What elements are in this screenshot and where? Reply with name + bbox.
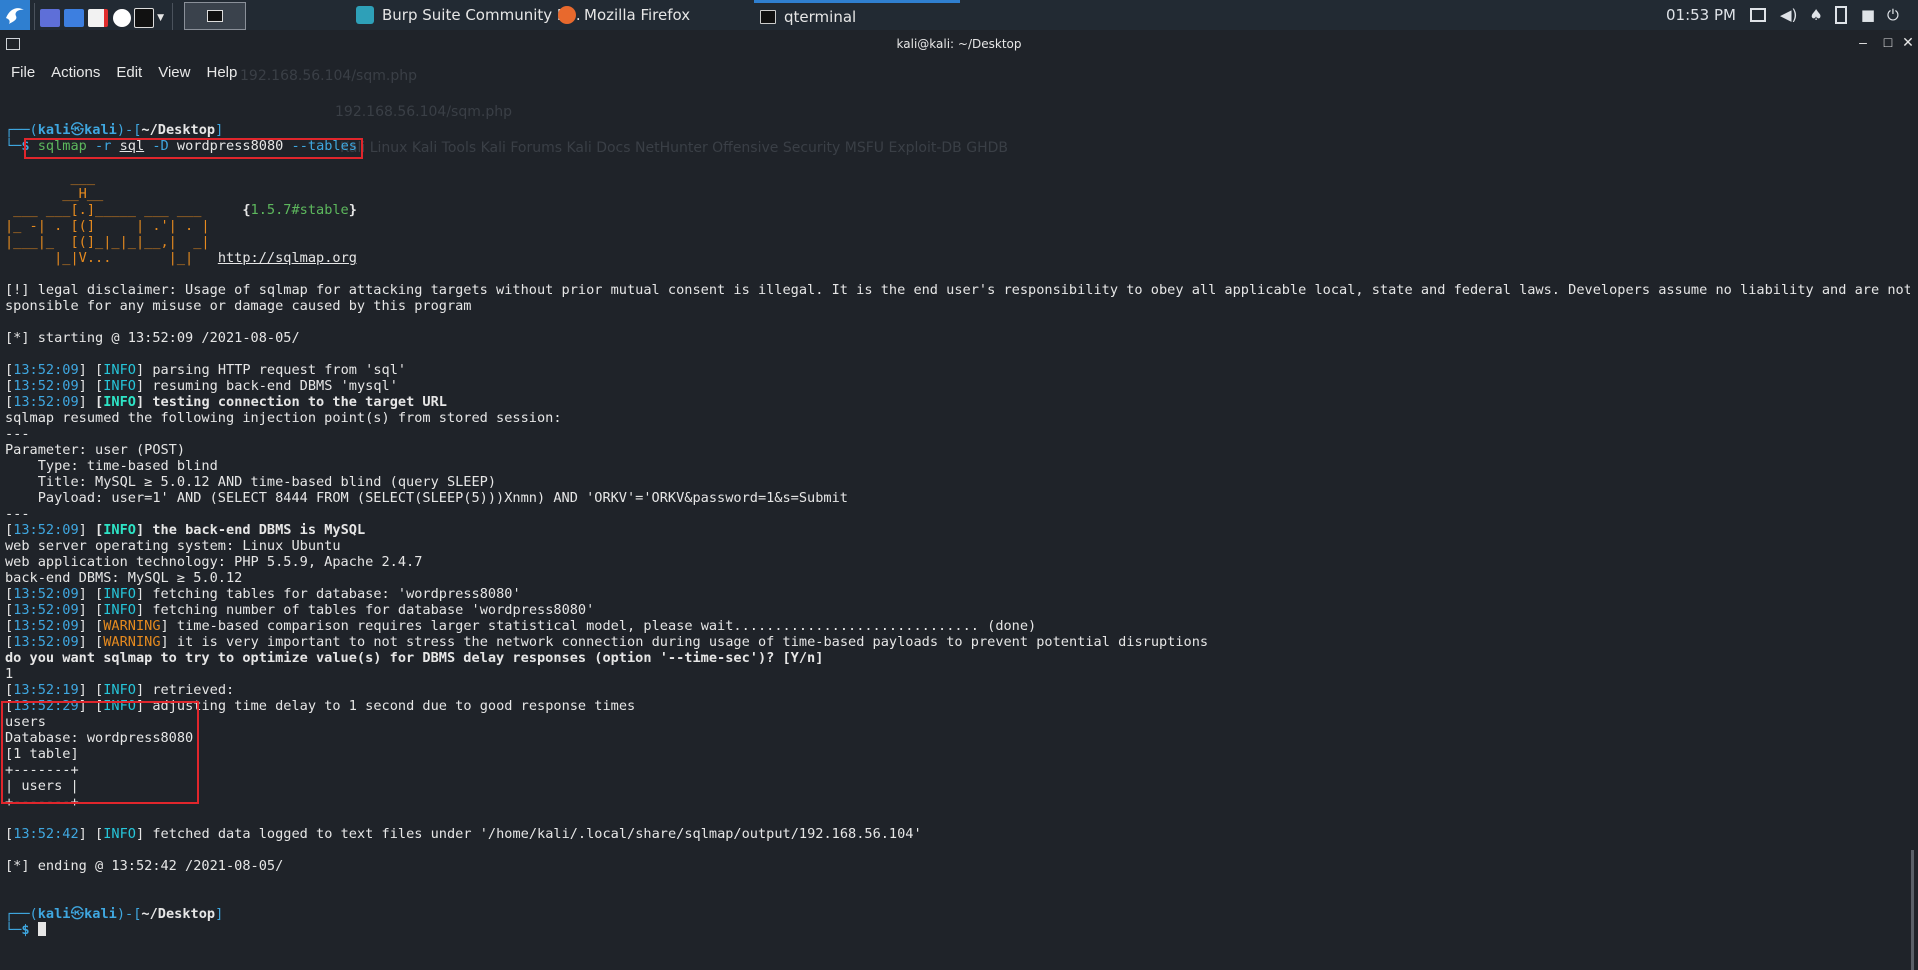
tech-line: web application technology: PHP 5.5.9, A… (5, 554, 423, 570)
task-label: Burp Suite Community E... (382, 6, 581, 24)
menu-help[interactable]: Help (195, 64, 242, 81)
payload-line: Payload: user=1' AND (SELECT 8444 FROM (… (5, 490, 848, 506)
prompt-line: ┌──(kali㉿kali)-[~/Desktop] (5, 906, 224, 922)
clock[interactable]: 01:53 PM (1666, 6, 1736, 24)
bell-icon[interactable]: ♠ (1809, 6, 1822, 24)
sqlmap-link[interactable]: http://sqlmap.org (218, 250, 357, 266)
kali-menu-button[interactable] (0, 0, 30, 30)
logo-line: |_ -| . [(] | .'| . | (5, 218, 210, 234)
power-icon[interactable]: ⏻ (1887, 6, 1899, 24)
ending-line: [*] ending @ 13:52:42 /2021-08-05/ (5, 858, 284, 874)
result-line: | users | (5, 778, 79, 794)
text-editor-launcher[interactable] (86, 3, 110, 33)
text-cursor (37, 922, 46, 936)
question-line: do you want sqlmap to try to optimize va… (5, 650, 824, 666)
log-line: [13:52:42] [INFO] fetched data logged to… (5, 826, 922, 842)
disclaimer-line: [!] legal disclaimer: Usage of sqlmap fo… (5, 282, 1910, 298)
lock-icon[interactable]: ■ (1861, 6, 1875, 24)
terminal-launcher[interactable]: ▼ (134, 3, 164, 33)
terminal-window: kali@kali: ~/Desktop – □ ✕ File Actions … (0, 30, 1918, 970)
prompt-line: ┌──(kali㉿kali)-[~/Desktop] (5, 122, 224, 138)
command-highlight-box (24, 138, 363, 159)
resumed-line: sqlmap resumed the following injection p… (5, 410, 562, 426)
volume-icon[interactable]: ◀) (1780, 6, 1797, 24)
display-icon[interactable] (1749, 8, 1766, 22)
taskbar: ▼ Burp Suite Community E... Mozilla Fire… (0, 0, 1918, 33)
parameter-line: Parameter: user (POST) (5, 442, 186, 458)
menu-actions[interactable]: Actions (40, 64, 105, 81)
logo-line: ___ (5, 170, 96, 186)
window-title: kali@kali: ~/Desktop (896, 37, 1022, 51)
scrollbar[interactable] (1911, 850, 1914, 970)
ghost-url-bar: 192.168.56.104/sqm.php (335, 104, 512, 120)
system-tray: 01:53 PM ◀) ♠ ■ ⏻ (1666, 0, 1899, 30)
starting-line: [*] starting @ 13:52:09 /2021-08-05/ (5, 330, 300, 346)
result-line: +-------+ (5, 794, 79, 810)
ghost-browser-tab: 192.168.56.104/sqm.php (240, 68, 417, 84)
log-line: [13:52:29] [INFO] adjusting time delay t… (5, 698, 636, 714)
folder-icon (64, 9, 84, 27)
kali-dragon-icon (6, 8, 24, 24)
backend-line: back-end DBMS: MySQL ≥ 5.0.12 (5, 570, 243, 586)
task-qterminal[interactable]: qterminal (754, 0, 960, 30)
firefox-icon (558, 6, 576, 24)
web-browser-launcher[interactable] (110, 3, 134, 33)
taskbar-separator (172, 3, 173, 33)
task-label: Mozilla Firefox (584, 6, 691, 24)
type-line: Type: time-based blind (5, 458, 218, 474)
disclaimer-line: sponsible for any misuse or damage cause… (5, 298, 472, 314)
log-line: [13:52:09] [WARNING] it is very importan… (5, 634, 1209, 650)
logo-line: |___|_ [(]_|_|_|__,| _| (5, 234, 210, 250)
show-desktop-launcher[interactable] (38, 3, 62, 33)
log-line: [13:52:09] [INFO] parsing HTTP request f… (5, 362, 407, 378)
terminal-icon (760, 9, 776, 24)
log-line: [13:52:09] [WARNING] time-based comparis… (5, 618, 1037, 634)
task-label: qterminal (784, 7, 857, 26)
log-line: [13:52:09] [INFO] resuming back-end DBMS… (5, 378, 398, 394)
title-line: Title: MySQL ≥ 5.0.12 AND time-based bli… (5, 474, 497, 490)
burp-icon (356, 6, 374, 24)
terminal-output[interactable]: ┌──(kali㉿kali)-[~/Desktop] └─$ sqlmap -r… (1, 122, 1910, 952)
battery-icon[interactable] (1834, 6, 1847, 24)
terminal-icon (134, 8, 155, 28)
answer-line: 1 (5, 666, 14, 682)
result-line: +-------+ (5, 762, 79, 778)
log-line: [13:52:09] [INFO] testing connection to … (5, 394, 447, 410)
menu-view[interactable]: View (147, 64, 195, 81)
terminal-icon (207, 10, 223, 22)
workspace-1[interactable] (184, 2, 246, 30)
chevron-down-icon: ▼ (157, 13, 164, 23)
logo-line: __H__ (5, 186, 104, 202)
file-manager-launcher[interactable] (62, 3, 86, 33)
task-burp-suite[interactable]: Burp Suite Community E... (350, 0, 581, 30)
os-line: web server operating system: Linux Ubunt… (5, 538, 341, 554)
log-line: [13:52:09] [INFO] the back-end DBMS is M… (5, 522, 366, 538)
log-line: [13:52:09] [INFO] fetching number of tab… (5, 602, 595, 618)
log-line: [13:52:19] [INFO] retrieved: (5, 682, 235, 698)
logo-line: |_|V... |_| http://sqlmap.org (5, 250, 357, 266)
logo-line: ___ ___[.]_____ ___ ___ {1.5.7#stable} (5, 202, 357, 218)
menu-edit[interactable]: Edit (105, 64, 147, 81)
taskbar-separator (34, 3, 35, 33)
task-firefox[interactable]: Mozilla Firefox (552, 0, 690, 30)
result-line: users (5, 714, 46, 730)
separator-line: --- (5, 426, 30, 442)
separator-line: --- (5, 506, 30, 522)
minimize-button[interactable]: – (1855, 34, 1871, 50)
menu-file[interactable]: File (0, 64, 40, 81)
globe-icon (113, 9, 131, 27)
result-line: [1 table] (5, 746, 79, 762)
result-line: Database: wordpress8080 (5, 730, 194, 746)
desktop-icon (40, 9, 60, 27)
document-icon (88, 9, 108, 27)
title-bar[interactable]: kali@kali: ~/Desktop – □ ✕ (0, 30, 1918, 58)
close-button[interactable]: ✕ (1900, 34, 1916, 51)
log-line: [13:52:09] [INFO] fetching tables for da… (5, 586, 521, 602)
maximize-button[interactable]: □ (1880, 34, 1896, 50)
result-highlight-box (1, 701, 199, 804)
